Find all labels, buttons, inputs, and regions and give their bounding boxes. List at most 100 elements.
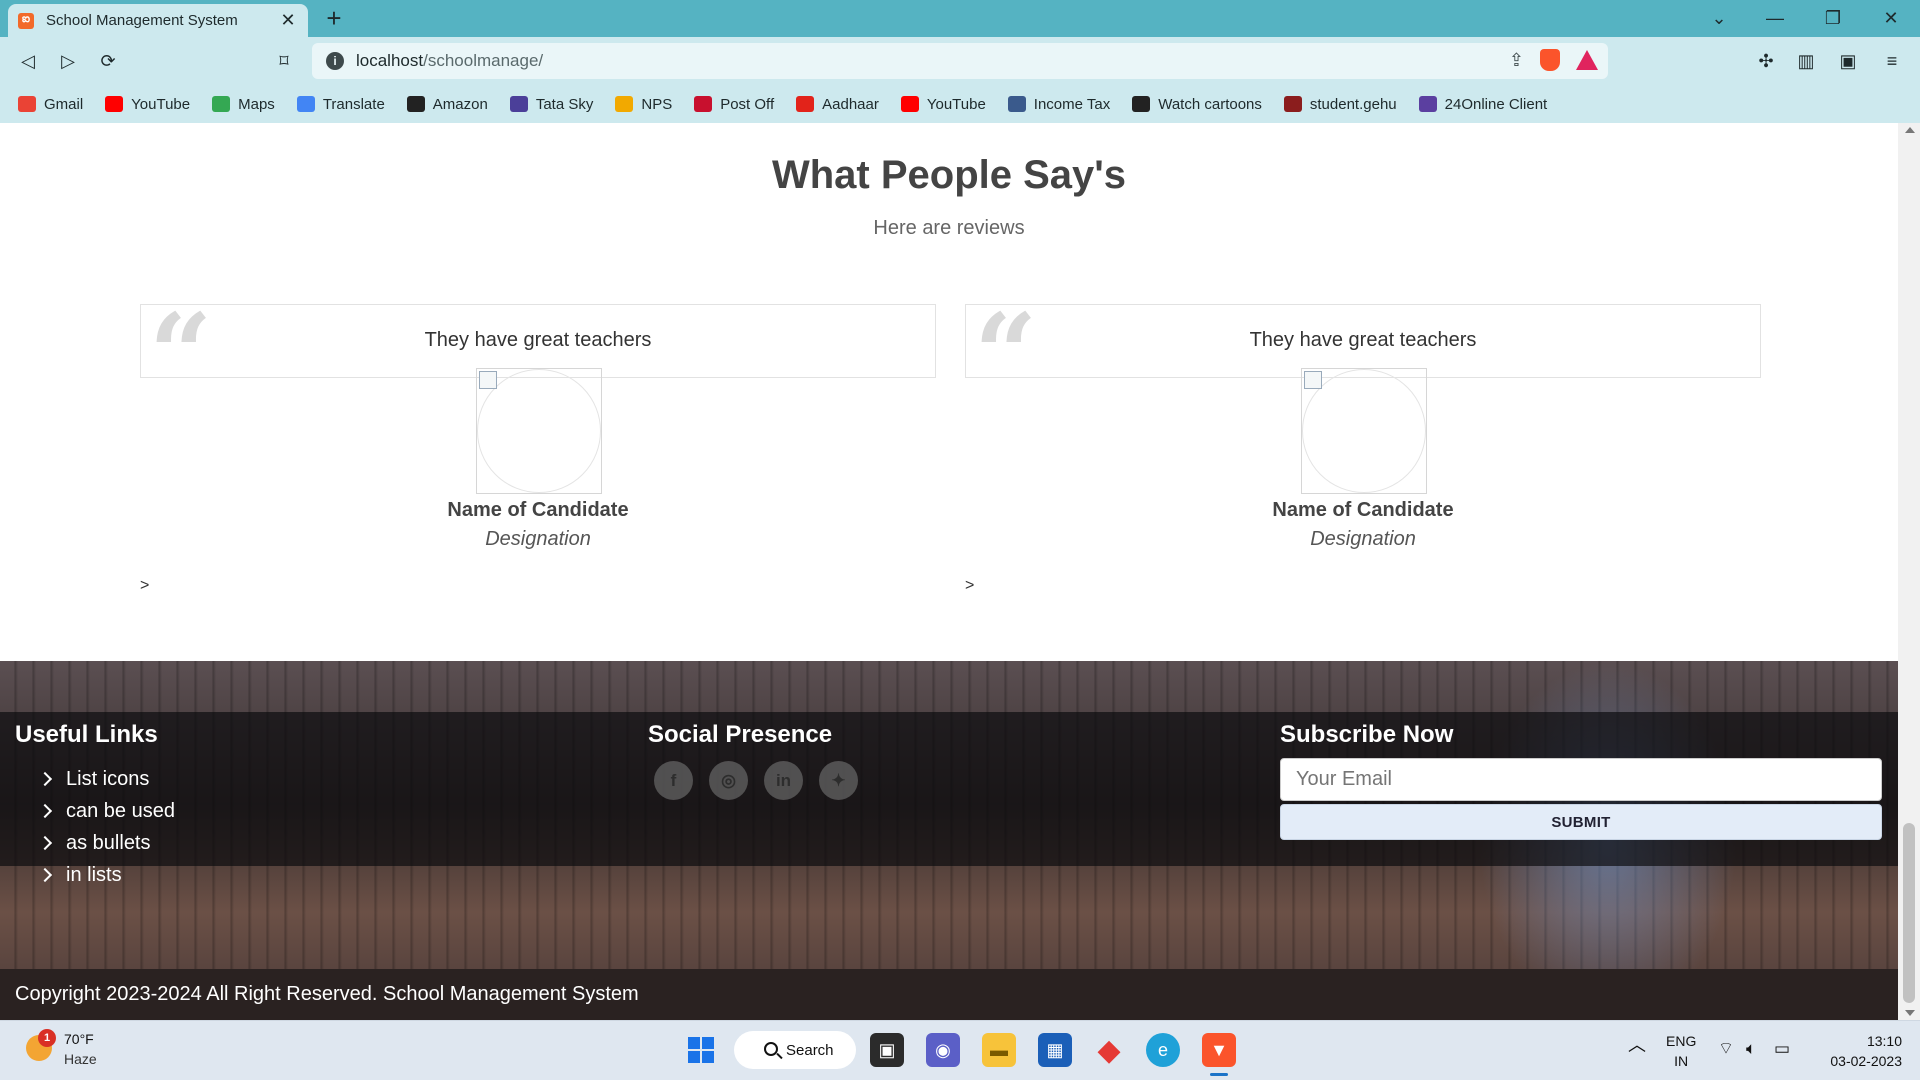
forward-button[interactable]: ▷ <box>52 45 84 77</box>
file-explorer-icon[interactable]: ▬ <box>982 1033 1016 1067</box>
useful-link[interactable]: as bullets <box>36 827 175 859</box>
new-tab-button[interactable]: + <box>320 4 348 32</box>
carousel-next-button[interactable]: > <box>140 577 149 595</box>
address-bar[interactable]: i localhost/schoolmanage/ ⇪ <box>312 43 1608 79</box>
site-info-icon[interactable]: i <box>326 52 344 70</box>
bookmark-item[interactable]: Gmail <box>18 96 83 113</box>
useful-link[interactable]: in lists <box>36 859 175 891</box>
bookmark-item[interactable]: student.gehu <box>1283 95 1397 113</box>
bookmarks-bar: Gmail YouTube Maps Translate Amazon Tata Sky N… <box>0 85 1920 123</box>
minimize-button[interactable]: — <box>1746 0 1804 37</box>
review-quote-box: “ They have great teachers <box>965 299 1761 409</box>
brave-rewards-icon[interactable] <box>1576 50 1598 70</box>
linkedin-icon[interactable]: in <box>764 761 803 800</box>
taskbar-search[interactable]: Search <box>734 1031 856 1069</box>
bookmark-item[interactable]: Tata Sky <box>509 96 593 113</box>
clock[interactable]: 13:10 03-02-2023 <box>1816 1031 1902 1071</box>
chevron-right-icon <box>37 835 53 851</box>
candidate-name: Name of Candidate <box>1272 499 1454 521</box>
back-button[interactable]: ◁ <box>12 45 44 77</box>
bookmark-label: NPS <box>641 95 673 113</box>
browser-tab[interactable]: ఐ School Management System ✕ <box>8 4 308 37</box>
share-icon[interactable]: ⇪ <box>1509 50 1524 71</box>
restore-button[interactable]: ❐ <box>1804 0 1862 37</box>
brave-browser-icon[interactable]: ▼ <box>1202 1033 1236 1067</box>
useful-link[interactable]: can be used <box>36 795 175 827</box>
bookmark-label: 24Online Client <box>1444 95 1548 113</box>
sidebar-icon[interactable]: ▥ <box>1790 45 1822 77</box>
microsoft-store-icon[interactable]: ▦ <box>1038 1033 1072 1067</box>
wallet-icon[interactable]: ▣ <box>1832 45 1864 77</box>
teams-chat-icon[interactable]: ◉ <box>926 1033 960 1067</box>
bookmark-label: Aadhaar <box>822 95 879 113</box>
chevron-right-icon <box>37 803 53 819</box>
useful-link-label: can be used <box>66 799 175 822</box>
bookmark-item[interactable]: YouTube <box>900 95 986 113</box>
submit-button[interactable]: SUBMIT <box>1280 804 1882 840</box>
review-card: “ They have great teachers Name of Candi… <box>965 299 1761 594</box>
gmail-icon <box>18 96 36 112</box>
wifi-icon[interactable]: ⌔ <box>1718 1039 1734 1059</box>
nps-icon <box>615 96 634 112</box>
language-code: ENG <box>1666 1033 1697 1049</box>
review-quote-box: “ They have great teachers <box>140 299 936 409</box>
close-window-button[interactable]: ✕ <box>1862 0 1920 37</box>
bookmark-label: Income Tax <box>1033 95 1111 113</box>
language-indicator[interactable]: ENG IN <box>1666 1031 1696 1071</box>
candidate-name: Name of Candidate <box>447 499 629 521</box>
chevron-right-icon <box>37 867 53 883</box>
bookmark-item[interactable]: YouTube <box>105 96 190 113</box>
review-text: They have great teachers <box>1249 329 1477 351</box>
24online-icon <box>1418 96 1437 112</box>
menu-icon[interactable]: ≡ <box>1876 45 1908 77</box>
postoffice-icon <box>694 96 713 112</box>
battery-icon[interactable]: ▭ <box>1774 1039 1790 1059</box>
useful-link-label: as bullets <box>66 831 151 854</box>
subscribe-title: Subscribe Now <box>1280 721 1454 748</box>
page-viewport: What People Say's Here are reviews “ The… <box>0 123 1898 1020</box>
instagram-icon[interactable]: ◎ <box>709 761 748 800</box>
scroll-thumb[interactable] <box>1903 823 1915 1003</box>
bookmark-item[interactable]: Watch cartoons <box>1132 96 1262 113</box>
volume-icon[interactable]: 🔈︎ <box>1746 1039 1756 1059</box>
brave-shields-icon[interactable] <box>1540 49 1560 71</box>
bookmark-item[interactable]: Amazon <box>406 96 488 113</box>
search-icon <box>764 1042 778 1056</box>
windows-start-icon[interactable] <box>684 1033 718 1067</box>
bookmark-label: student.gehu <box>1309 95 1397 113</box>
broken-image-icon <box>1304 371 1322 389</box>
close-tab-icon[interactable]: ✕ <box>278 10 298 31</box>
incometax-icon <box>1007 96 1026 112</box>
xampp-icon: ఐ <box>18 12 34 29</box>
scroll-down-icon[interactable] <box>1905 1010 1915 1016</box>
bookmark-item[interactable]: Post Off <box>694 96 774 113</box>
reload-button[interactable]: ⟳ <box>92 45 124 77</box>
carousel-next-button[interactable]: > <box>965 577 974 595</box>
facebook-icon[interactable]: f <box>654 761 693 800</box>
email-field[interactable] <box>1280 758 1882 801</box>
page-scrollbar[interactable] <box>1898 123 1920 1020</box>
browser-toolbar: ◁ ▷ ⟳ ⌑ i localhost/schoolmanage/ ⇪ ✣ ▥ … <box>0 37 1920 85</box>
youtube-icon <box>105 96 124 112</box>
show-hidden-icons-chevron-up-icon[interactable]: ︿ <box>1628 1035 1646 1055</box>
extensions-icon[interactable]: ✣ <box>1750 45 1782 77</box>
bookmark-item[interactable]: Aadhaar <box>796 96 879 113</box>
bookmark-label: YouTube <box>926 95 986 113</box>
weather-temperature[interactable]: 70°F <box>64 1031 94 1047</box>
bookmark-item[interactable]: Income Tax <box>1007 95 1111 113</box>
bookmark-item[interactable]: Translate <box>296 96 385 113</box>
candidate-designation: Designation <box>485 528 591 550</box>
anydesk-icon[interactable]: ◆ <box>1092 1033 1126 1067</box>
edge-browser-icon[interactable]: e <box>1146 1033 1180 1067</box>
useful-link[interactable]: List icons <box>36 763 175 795</box>
twitter-icon[interactable]: ✦ <box>819 761 858 800</box>
bookmark-item[interactable]: NPS <box>615 96 672 113</box>
bookmark-item[interactable]: 24Online Client <box>1418 95 1548 113</box>
weather-condition[interactable]: Haze <box>64 1051 97 1067</box>
bookmark-page-icon[interactable]: ⌑ <box>268 45 300 77</box>
candidate-designation: Designation <box>1310 528 1416 550</box>
scroll-up-icon[interactable] <box>1905 127 1915 133</box>
tab-search-chevron-down-icon[interactable]: ⌄ <box>1690 0 1748 37</box>
task-view-icon[interactable]: ▣ <box>870 1033 904 1067</box>
bookmark-item[interactable]: Maps <box>212 96 275 113</box>
